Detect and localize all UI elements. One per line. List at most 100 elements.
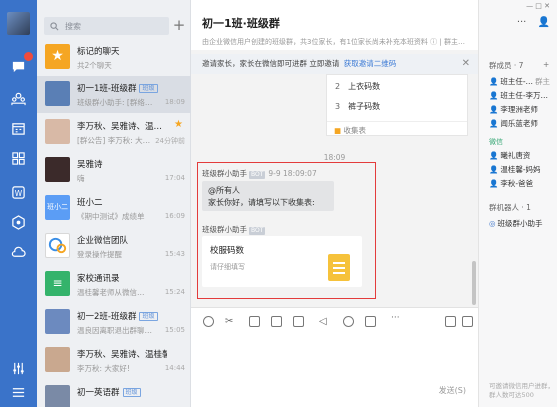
conversation-english-group[interactable]: 初一英语群 班级 <box>37 380 191 407</box>
conversation-time: 14:44 <box>164 364 185 372</box>
more-icon[interactable]: ··· <box>391 313 400 323</box>
contacts-icon[interactable] <box>10 90 27 107</box>
settings-sliders-icon[interactable] <box>10 360 27 377</box>
close-icon[interactable]: ✕ <box>462 54 470 74</box>
conversation-name: 家校通讯录 <box>77 274 120 284</box>
conversation-preview: 共2个聊天 <box>77 61 112 70</box>
message-bubble: @所有人 家长你好，请填写以下收集表: <box>202 181 334 211</box>
conversation-three-person[interactable]: 李万秋、吴雅诗、温桂馨 李万秋: 大家好! 14:44 <box>37 342 191 379</box>
bot-icon: ◎ <box>489 219 496 228</box>
send-button[interactable]: 发送(S) <box>439 385 466 396</box>
calendar-icon[interactable] <box>10 120 27 137</box>
emoji-icon[interactable] <box>203 316 214 327</box>
conversation-contacts-book[interactable]: ≡ 家校通讯录 温桂馨老师从微信… 15:24 <box>37 266 191 303</box>
bot-item[interactable]: ◎ 班级群小助手 <box>489 218 543 229</box>
form-subtitle: 请仔细填写 <box>210 263 245 271</box>
chat-subtitle: 由企业微信用户创建的班级群，共3位家长，有1位家长尚未补充本班资料 ⓘ | 群主… <box>202 38 465 46</box>
get-qr-link[interactable]: 获取邀请二维码 <box>344 59 397 68</box>
search-input[interactable]: 搜索 <box>44 17 169 35</box>
conversation-wework-team[interactable]: 企业微信团队 登录操作提醒 15:43 <box>37 228 191 265</box>
member-item[interactable]: 👤 曦礼唐资 <box>489 150 530 161</box>
conversation-time: 16:09 <box>164 212 185 220</box>
nav-rail: W <box>0 0 37 407</box>
notice-text: 邀请家长，家长在微信即可进群 立即邀请 <box>202 59 340 68</box>
member-item[interactable]: 👤 李理洲老师 <box>489 104 538 115</box>
conversation-wuyashi[interactable]: 吴雅诗 嗨 17:04 <box>37 152 191 189</box>
form-card-message[interactable]: 校服码数 请仔细填写 <box>202 236 362 287</box>
chat-icon[interactable] <box>10 58 27 75</box>
conversation-list: 搜索 + ★ 标记的聊天 共2个聊天 初一1班-班级群 班级 班级群小助手: [群… <box>37 0 191 407</box>
conversation-preview: 李万秋: 大家好! <box>77 364 130 373</box>
app-avatar: 班小二 <box>45 195 70 220</box>
member-item[interactable]: 👤 班主任-… 群主 <box>489 76 550 87</box>
search-icon <box>50 21 59 30</box>
add-icon[interactable]: + <box>543 60 549 69</box>
screen-share-icon[interactable] <box>445 316 456 327</box>
drive-icon[interactable] <box>10 214 27 231</box>
conversation-name: 吴雅诗 <box>77 160 103 170</box>
conversation-preview: 温良因离职退出群聊… <box>77 326 152 335</box>
apps-icon[interactable] <box>10 150 27 167</box>
bots-header: 群机器人 · 1 <box>489 203 531 212</box>
invite-notice: 邀请家长，家长在微信即可进群 立即邀请 获取邀请二维码 ✕ <box>191 54 478 74</box>
form-document-icon <box>328 254 350 281</box>
search-placeholder: 搜索 <box>65 21 81 31</box>
conversation-preview: 温桂馨老师从微信… <box>77 288 145 297</box>
user-avatar <box>45 157 70 182</box>
document-icon[interactable]: W <box>10 184 27 201</box>
form-title: 校服码数 <box>210 246 245 256</box>
wechat-group-label: 微信 <box>489 138 503 146</box>
bot-tag: BOT <box>249 227 266 235</box>
add-button[interactable]: + <box>172 16 186 34</box>
contacts-book-icon: ≡ <box>45 271 70 296</box>
conversation-time: 15:05 <box>164 326 185 334</box>
form-row: 2 上衣码数 <box>335 82 381 91</box>
window-controls[interactable]: — □ ✕ <box>526 2 550 10</box>
member-item[interactable]: 👤 闻乐蓝老师 <box>489 118 538 129</box>
class-tag: 班级 <box>122 388 141 397</box>
chat-history-icon[interactable] <box>462 316 473 327</box>
members-header: 群成员 · 7 + <box>489 60 550 70</box>
form-card-preview[interactable]: 2 上衣码数 3 裤子码数 ■ 收集表 <box>326 74 468 136</box>
conversation-preview: 《期中测试》成绩单 <box>77 212 145 221</box>
person-icon: 👤 <box>489 91 499 100</box>
add-member-icon[interactable]: 👤 <box>538 17 550 28</box>
red-packet-icon[interactable] <box>343 316 354 327</box>
card-footer: ■ 收集表 <box>327 121 467 136</box>
conversation-group-chat[interactable]: 李万秋、吴雅诗、温… ★ [群公告] 李万秋: 大… 24分钟前 <box>37 114 191 151</box>
conversation-name: 初一2班-班级群 班级 <box>77 310 167 322</box>
conversation-class1-group[interactable]: 初一1班-班级群 班级 班级群小助手: [群络… 18:09 <box>37 76 191 113</box>
conversation-time: 24分钟前 <box>155 137 185 145</box>
message-text: 家长你好，请填写以下收集表: <box>208 198 315 207</box>
member-item[interactable]: 👤 李秋-爸爸 <box>489 178 533 189</box>
person-icon: 👤 <box>489 105 499 114</box>
conversation-class2-group[interactable]: 初一2班-班级群 班级 温良因离职退出群聊… 15:05 <box>37 304 191 341</box>
conversation-name: 企业微信团队 <box>77 236 129 246</box>
user-avatar[interactable] <box>7 12 30 35</box>
more-icon[interactable]: ··· <box>517 17 527 28</box>
image-icon[interactable] <box>249 316 260 327</box>
conversation-starred[interactable]: ★ 标记的聊天 共2个聊天 <box>37 39 191 76</box>
chat-scrollbar[interactable] <box>472 261 476 305</box>
message-sender: 班级群小助手 BOT <box>202 225 266 235</box>
live-icon[interactable] <box>365 316 376 327</box>
cloud-icon[interactable] <box>10 244 27 261</box>
class-tag: 班级 <box>139 84 158 93</box>
class-tag: 班级 <box>139 312 158 321</box>
member-item[interactable]: 👤 温桂馨-妈妈 <box>489 164 541 175</box>
star-icon: ★ <box>174 119 183 130</box>
time-divider: 18:09 <box>323 153 346 162</box>
person-icon: 👤 <box>489 77 499 86</box>
member-role: 群主 <box>535 77 551 86</box>
megaphone-icon[interactable]: ◁ <box>319 316 330 327</box>
scissors-icon[interactable]: ✂ <box>225 316 236 327</box>
folder-icon[interactable] <box>293 316 304 327</box>
group-avatar <box>45 119 70 144</box>
group-info-panel: — □ ✕ ··· 👤 群成员 · 7 + 👤 班主任-… 群主 👤 班主任-李万… … <box>478 0 557 407</box>
conversation-banxiaoer[interactable]: 班小二 班小二 《期中测试》成绩单 16:09 <box>37 190 191 227</box>
member-item[interactable]: 👤 班主任-李万… <box>489 90 548 101</box>
conversation-preview: 嗨 <box>77 174 85 183</box>
input-toolbar: ✂ ◁ ··· 发送(S) <box>191 307 478 407</box>
file-icon[interactable] <box>271 316 282 327</box>
menu-icon[interactable] <box>10 384 27 401</box>
